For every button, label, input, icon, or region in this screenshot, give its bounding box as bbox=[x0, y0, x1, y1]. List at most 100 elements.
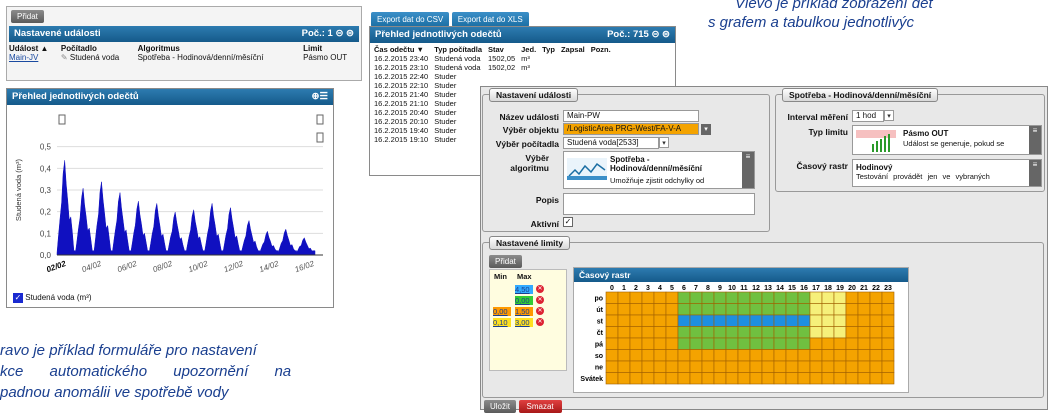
raster-cell[interactable] bbox=[833, 303, 847, 316]
col-algorithm[interactable]: Algoritmus bbox=[138, 44, 304, 53]
raster-cell[interactable] bbox=[761, 360, 775, 373]
algorithm-picker[interactable]: Spotřeba - Hodinová/denní/měsíční Umožňu… bbox=[563, 151, 755, 189]
limit-max[interactable]: 0,00 bbox=[515, 295, 533, 305]
legend-checkbox-icon[interactable]: ✓ bbox=[13, 293, 23, 303]
raster-cell[interactable] bbox=[749, 349, 763, 362]
raster-cell[interactable] bbox=[833, 337, 847, 350]
limit-row[interactable]: 0,00 1,50 ✕ bbox=[493, 306, 563, 316]
raster-cell[interactable] bbox=[677, 314, 691, 327]
raster-picker[interactable]: Hodinový Testování provádět jen ve vybra… bbox=[852, 159, 1042, 187]
raster-cell[interactable] bbox=[725, 372, 739, 385]
description-textarea[interactable] bbox=[563, 193, 755, 215]
raster-cell[interactable] bbox=[701, 337, 715, 350]
raster-cell[interactable] bbox=[641, 291, 655, 304]
nav-icon[interactable]: ⊝ ⊜ bbox=[335, 28, 354, 39]
raster-cell[interactable] bbox=[641, 326, 655, 339]
raster-cell[interactable] bbox=[785, 337, 799, 350]
readings-col-1[interactable]: Typ počítadla bbox=[434, 45, 488, 54]
col-counter[interactable]: Počítadlo bbox=[61, 44, 138, 53]
add-event-button[interactable]: Přidat bbox=[11, 10, 44, 23]
raster-cell[interactable] bbox=[809, 291, 823, 304]
raster-cell[interactable] bbox=[785, 349, 799, 362]
raster-cell[interactable] bbox=[857, 372, 871, 385]
raster-cell[interactable] bbox=[833, 314, 847, 327]
raster-cell[interactable] bbox=[617, 372, 631, 385]
raster-cell[interactable] bbox=[785, 360, 799, 373]
raster-cell[interactable] bbox=[869, 314, 883, 327]
raster-cell[interactable] bbox=[605, 372, 619, 385]
remove-limit-icon[interactable]: ✕ bbox=[536, 285, 544, 293]
raster-cell[interactable] bbox=[785, 303, 799, 316]
zoom-menu-icon[interactable]: ⊕☰ bbox=[312, 89, 328, 105]
table-row[interactable]: 16.2.2015 23:40 Studená voda 1502,05 m³ bbox=[374, 54, 617, 63]
raster-cell[interactable] bbox=[857, 291, 871, 304]
limit-max[interactable]: 1,50 bbox=[515, 306, 533, 316]
export-xls-button[interactable]: Export dat do XLS bbox=[451, 12, 529, 27]
raster-cell[interactable] bbox=[737, 314, 751, 327]
raster-cell[interactable] bbox=[857, 326, 871, 339]
raster-cell[interactable] bbox=[701, 314, 715, 327]
raster-cell[interactable] bbox=[773, 349, 787, 362]
raster-cell[interactable] bbox=[785, 291, 799, 304]
raster-cell[interactable] bbox=[845, 372, 859, 385]
readings-col-5[interactable]: Zapsal bbox=[561, 45, 591, 54]
raster-cell[interactable] bbox=[821, 360, 835, 373]
raster-cell[interactable] bbox=[653, 314, 667, 327]
raster-cell[interactable] bbox=[809, 360, 823, 373]
raster-cell[interactable] bbox=[641, 372, 655, 385]
raster-cell[interactable] bbox=[725, 326, 739, 339]
raster-cell[interactable] bbox=[797, 349, 811, 362]
raster-cell[interactable] bbox=[881, 360, 895, 373]
raster-cell[interactable] bbox=[821, 303, 835, 316]
event-name-input[interactable]: Main-PW bbox=[563, 110, 699, 122]
raster-cell[interactable] bbox=[797, 291, 811, 304]
raster-cell[interactable] bbox=[797, 303, 811, 316]
raster-cell[interactable] bbox=[665, 314, 679, 327]
raster-cell[interactable] bbox=[821, 314, 835, 327]
raster-cell[interactable] bbox=[761, 303, 775, 316]
raster-cell[interactable] bbox=[785, 372, 799, 385]
raster-cell[interactable] bbox=[617, 303, 631, 316]
raster-cell[interactable] bbox=[689, 349, 703, 362]
raster-cell[interactable] bbox=[629, 349, 643, 362]
raster-cell[interactable] bbox=[605, 314, 619, 327]
raster-cell[interactable] bbox=[725, 360, 739, 373]
raster-cell[interactable] bbox=[761, 337, 775, 350]
raster-cell[interactable] bbox=[629, 360, 643, 373]
interval-select[interactable]: 1 hod bbox=[852, 110, 884, 122]
raster-cell[interactable] bbox=[701, 326, 715, 339]
raster-cell[interactable] bbox=[665, 326, 679, 339]
raster-cell[interactable] bbox=[809, 314, 823, 327]
raster-cell[interactable] bbox=[821, 337, 835, 350]
raster-cell[interactable] bbox=[665, 372, 679, 385]
limit-type-picker[interactable]: Pásmo OUT Událost se generuje, pokud se … bbox=[852, 125, 1042, 155]
readings-col-0[interactable]: Čas odečtu ▼ bbox=[374, 45, 434, 54]
raster-cell[interactable] bbox=[833, 372, 847, 385]
raster-cell[interactable] bbox=[641, 303, 655, 316]
dropdown-icon[interactable]: ▾ bbox=[659, 137, 669, 148]
readings-col-4[interactable]: Typ bbox=[542, 45, 561, 54]
raster-cell[interactable] bbox=[749, 326, 763, 339]
raster-cell[interactable] bbox=[809, 372, 823, 385]
table-row[interactable]: 16.2.2015 23:10 Studená voda 1502,02 m³ bbox=[374, 63, 617, 72]
raster-cell[interactable] bbox=[845, 291, 859, 304]
raster-cell[interactable] bbox=[881, 372, 895, 385]
raster-cell[interactable] bbox=[749, 314, 763, 327]
raster-cell[interactable] bbox=[665, 349, 679, 362]
raster-cell[interactable] bbox=[761, 326, 775, 339]
raster-cell[interactable] bbox=[629, 337, 643, 350]
limit-min[interactable]: 0,00 bbox=[493, 306, 511, 316]
add-limit-button[interactable]: Přidat bbox=[489, 255, 522, 268]
raster-cell[interactable] bbox=[653, 303, 667, 316]
raster-cell[interactable] bbox=[653, 360, 667, 373]
raster-cell[interactable] bbox=[713, 372, 727, 385]
table-row[interactable]: Main-JV ✎ Studená voda Spotřeba - Hodino… bbox=[9, 53, 361, 62]
counter-select[interactable]: Studená voda[2533] bbox=[563, 137, 659, 149]
raster-cell[interactable] bbox=[689, 303, 703, 316]
raster-cell[interactable] bbox=[677, 326, 691, 339]
limit-min[interactable]: 0,10 bbox=[493, 317, 511, 327]
raster-cell[interactable] bbox=[869, 291, 883, 304]
event-link[interactable]: Main-JV bbox=[9, 53, 61, 62]
delete-button[interactable]: Smazat bbox=[518, 400, 562, 413]
limit-max[interactable]: 3,00 bbox=[515, 317, 533, 327]
